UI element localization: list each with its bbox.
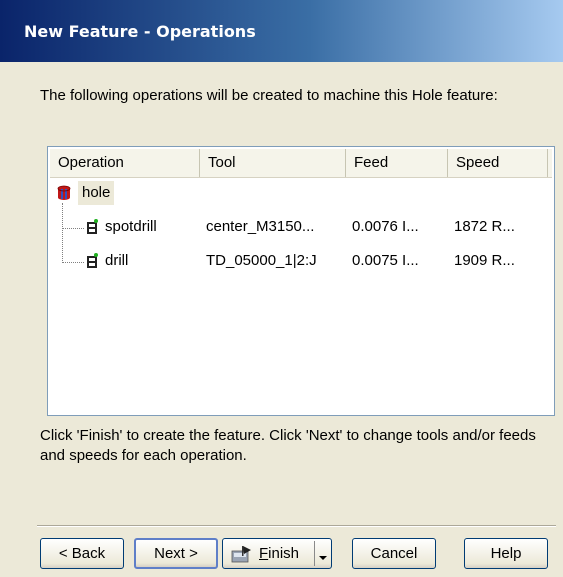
feed-cell: 0.0075 I... (352, 252, 419, 269)
tree-node-label: hole (78, 181, 115, 205)
column-header-feed[interactable]: Feed (346, 149, 448, 177)
next-button[interactable]: Next > (134, 538, 218, 569)
hole-feature-icon (56, 185, 72, 209)
tree-node-hole[interactable]: hole (54, 181, 544, 205)
button-separator-highlight (37, 526, 556, 527)
finish-button[interactable]: Finish (222, 538, 332, 569)
finish-label: Finish (259, 539, 299, 568)
speed-cell: 1909 R... (454, 252, 515, 269)
intro-text: The following operations will be created… (40, 87, 498, 104)
help-button[interactable]: Help (464, 538, 548, 569)
instruction-text: Click 'Finish' to create the feature. Cl… (40, 427, 536, 464)
list-header: Operation Tool Feed Speed (50, 149, 552, 178)
cancel-button[interactable]: Cancel (352, 538, 436, 569)
column-header-speed[interactable]: Speed (448, 149, 548, 177)
operation-icon (84, 219, 100, 245)
operation-cell: drill (105, 252, 129, 269)
column-header-operation[interactable]: Operation (50, 149, 200, 177)
speed-cell: 1872 R... (454, 218, 515, 235)
tool-cell: TD_05000_1|2:J (206, 252, 317, 269)
tool-cell: center_M3150... (206, 218, 315, 235)
wizard-header: New Feature - Operations (0, 0, 563, 62)
table-row[interactable]: spotdrill center_M3150... 0.0076 I... 18… (48, 215, 552, 239)
finish-label-rest: inish (268, 545, 300, 562)
operation-icon (84, 253, 100, 279)
finish-icon (231, 544, 253, 573)
finish-accelerator: F (259, 545, 269, 562)
window-title: New Feature - Operations (24, 22, 256, 41)
operations-list[interactable]: Operation Tool Feed Speed hole spotdrill… (47, 146, 555, 416)
finish-dropdown-arrow[interactable] (314, 541, 331, 566)
feed-cell: 0.0076 I... (352, 218, 419, 235)
operation-cell: spotdrill (105, 218, 157, 235)
back-button[interactable]: < Back (40, 538, 124, 569)
table-row[interactable]: drill TD_05000_1|2:J 0.0075 I... 1909 R.… (48, 249, 552, 273)
column-header-tool[interactable]: Tool (200, 149, 346, 177)
